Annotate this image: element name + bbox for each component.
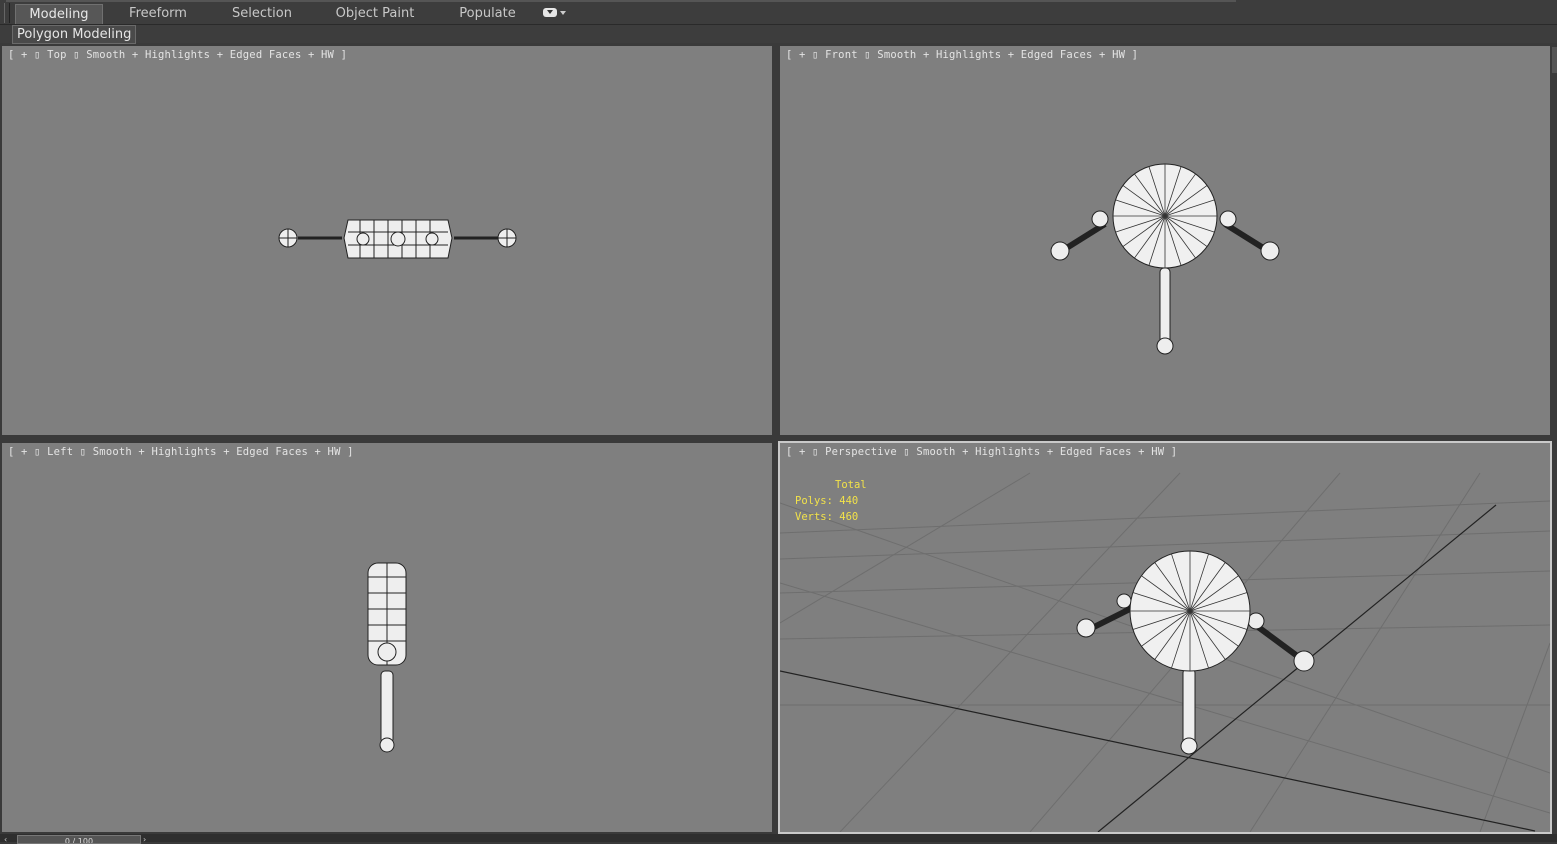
viewport-scrollbar[interactable] [1552,47,1557,73]
ribbon-panel-bar: Polygon Modeling [0,25,1557,44]
stats-verts: Verts: 460 [795,511,859,523]
stats-title: Total [835,479,867,491]
stats-polys: Polys: 440 [795,495,859,507]
prev-frame-icon[interactable]: ‹ [4,835,14,844]
perspective-grid [780,472,1550,832]
viewport-label-perspective[interactable]: [ + ▯ Perspective ▯ Smooth + Highlights … [786,446,1177,458]
time-slider[interactable]: 0 / 100 [17,835,141,844]
viewport-label-top[interactable]: [ + ▯ Top ▯ Smooth + Highlights + Edged … [8,49,347,61]
tab-object-paint[interactable]: Object Paint [330,4,420,23]
next-frame-icon[interactable]: › [143,835,153,844]
viewport-label-left[interactable]: [ + ▯ Left ▯ Smooth + Highlights + Edged… [8,446,354,458]
tab-freeform[interactable]: Freeform [117,4,199,23]
scene-statistics: Total Polys: 440 Verts: 460 [795,477,867,525]
viewport-front[interactable]: [ + ▯ Front ▯ Smooth + Highlights + Edge… [780,46,1550,435]
tab-modeling[interactable]: Modeling [15,4,103,24]
ribbon-grip-handle[interactable] [4,3,10,23]
viewport-left[interactable]: [ + ▯ Left ▯ Smooth + Highlights + Edged… [2,443,772,832]
front-view-model [1050,163,1280,355]
ribbon-menu-icon[interactable] [543,7,566,19]
viewport-top[interactable]: [ + ▯ Top ▯ Smooth + Highlights + Edged … [2,46,772,435]
viewport-perspective[interactable]: [ + ▯ Perspective ▯ Smooth + Highlights … [778,441,1552,834]
tab-selection[interactable]: Selection [222,4,302,23]
viewport-label-front[interactable]: [ + ▯ Front ▯ Smooth + Highlights + Edge… [786,49,1138,61]
ribbon-bar: Modeling Freeform Selection Object Paint… [0,0,1557,25]
left-view-model [367,562,407,753]
time-slider-bar: ‹ 0 / 100 › [0,834,1557,844]
tab-populate[interactable]: Populate [450,4,525,23]
top-view-model [278,219,517,259]
ribbon-toggle-icon [543,8,557,17]
ribbon-divider [6,0,1236,2]
polygon-modeling-panel[interactable]: Polygon Modeling [12,25,137,44]
chevron-down-icon [560,11,566,15]
